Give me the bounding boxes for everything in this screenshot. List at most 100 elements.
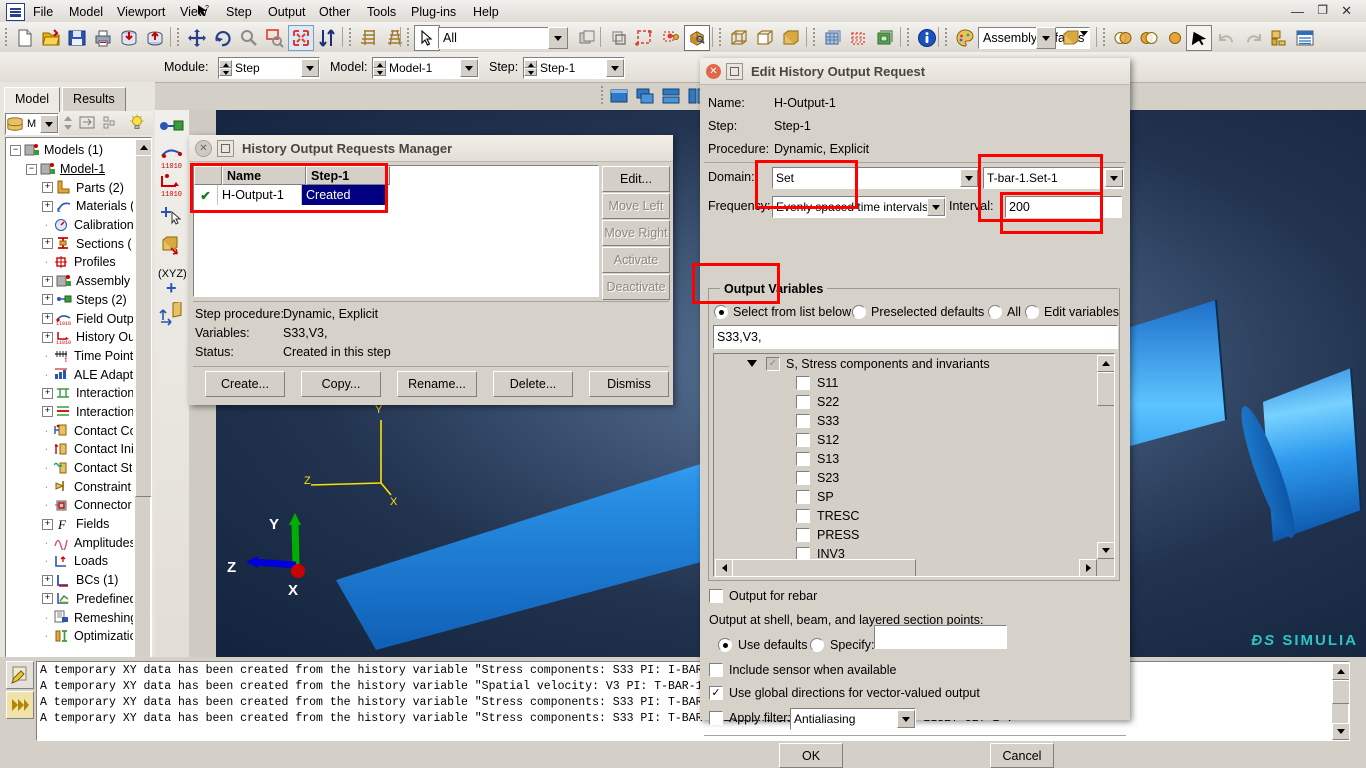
tree-item-sections[interactable]: + Sections ( (10, 234, 133, 253)
mesh-part-icon[interactable] (356, 25, 382, 51)
scrollbar-thumb[interactable] (732, 559, 916, 576)
create-set-icon[interactable] (159, 204, 185, 231)
viewport-single-icon[interactable] (606, 83, 632, 109)
create-button[interactable]: Create... (205, 371, 285, 397)
model-spinner[interactable] (373, 60, 386, 76)
display-group-replace-icon[interactable] (872, 25, 898, 51)
variable-checkbox[interactable] (796, 413, 810, 428)
step-spinner[interactable] (524, 60, 537, 76)
set-create-icon[interactable] (658, 25, 684, 51)
scroll-up-button[interactable] (1097, 355, 1114, 372)
menu-step[interactable]: Step (219, 3, 259, 20)
copy-button[interactable]: Copy... (301, 371, 381, 397)
color-palette-icon[interactable] (952, 25, 978, 51)
tree-item-loads[interactable]: · Loads (10, 552, 133, 571)
collapse-toggle[interactable]: − (26, 163, 37, 175)
info-icon[interactable] (914, 25, 940, 51)
tree-item-contact-ini[interactable]: · Contact Ini (10, 440, 133, 459)
arrow-question-icon[interactable]: ? (196, 4, 210, 21)
xyz-datum-icon[interactable]: + (166, 278, 177, 299)
cancel-button[interactable]: Cancel (990, 743, 1054, 768)
expand-toggle[interactable]: + (42, 313, 53, 325)
tree-item-contact-co[interactable]: · Contact Co (10, 421, 133, 440)
maximize-icon[interactable] (726, 62, 743, 80)
dialog-titlebar[interactable]: ✕ History Output Requests Manager (189, 135, 673, 162)
output-for-rebar-checkbox[interactable] (709, 589, 723, 603)
menu-viewport[interactable]: Viewport (110, 3, 172, 20)
variable-checkbox[interactable] (796, 508, 810, 523)
variable-checkbox[interactable] (796, 489, 810, 504)
chevron-down-icon[interactable] (301, 59, 319, 77)
scrollbar-thumb[interactable] (135, 155, 151, 497)
layer-icon[interactable] (1266, 25, 1292, 51)
tree-item-field-outp[interactable]: +11010 Field Outp (10, 309, 133, 328)
tree-item-model-1[interactable]: − Model-1 (10, 160, 133, 179)
interval-input[interactable]: 200 (1005, 196, 1122, 218)
render-wireframe-icon[interactable] (726, 25, 752, 51)
tree-item-models-1[interactable]: − Models (1) (10, 141, 133, 160)
chevron-down-icon[interactable] (1105, 169, 1123, 187)
toolbar-grip[interactable] (4, 27, 8, 47)
zoom-icon[interactable] (236, 25, 262, 51)
apply-filter-checkbox[interactable] (709, 711, 723, 725)
variable-tree-hscrollbar[interactable] (715, 559, 1097, 576)
history-requests-table[interactable]: Name Step-1 ✔ H-Output-1 Created (193, 165, 599, 297)
variable-item-sp[interactable]: SP (714, 487, 1114, 506)
include-sensor-row[interactable]: Include sensor when available (709, 663, 896, 677)
specify-input[interactable] (874, 625, 1007, 649)
tab-results[interactable]: Results (62, 87, 126, 112)
field-output-manager-icon[interactable]: 11010 (159, 144, 185, 173)
tree-item-steps-2[interactable]: + Steps (2) (10, 291, 133, 310)
tree-item-optimizatio[interactable]: · Optimizatio (10, 627, 133, 646)
tree-item-materials[interactable]: + ε Materials ( (10, 197, 133, 216)
variable-item-s13[interactable]: S13 (714, 449, 1114, 468)
variable-item-s12[interactable]: S12 (714, 430, 1114, 449)
chevron-down-icon[interactable] (927, 198, 945, 216)
variables-input[interactable]: S33,V3, (713, 325, 1118, 349)
move-left-button[interactable]: Move Left (602, 193, 670, 219)
tree-item-ale-adapt[interactable]: · ALE Adapt (10, 365, 133, 384)
render-style-dropdown[interactable] (1036, 27, 1056, 49)
dialog-titlebar[interactable]: ✕ Edit History Output Request (700, 58, 1130, 85)
tree-item-assembly[interactable]: + Assembly (10, 272, 133, 291)
window-restore-button[interactable]: ❐ (1317, 3, 1328, 17)
output-for-rebar-row[interactable]: Output for rebar (709, 589, 817, 603)
import-icon[interactable] (116, 25, 142, 51)
variable-checkbox[interactable] (796, 451, 810, 466)
scroll-left-button[interactable] (715, 559, 733, 576)
variable-item-s33[interactable]: S33 (714, 411, 1114, 430)
chevron-down-icon[interactable] (460, 59, 478, 77)
scroll-down-button[interactable] (1332, 723, 1349, 740)
open-file-icon[interactable] (38, 25, 64, 51)
variable-checkbox[interactable] (796, 470, 810, 485)
overlay-1-icon[interactable] (1110, 25, 1136, 51)
undo-icon[interactable] (1214, 25, 1240, 51)
dismiss-button[interactable]: Dismiss (589, 371, 669, 397)
expand-toggle[interactable]: + (42, 387, 53, 399)
scroll-up-button[interactable] (135, 139, 151, 156)
partition-icon[interactable] (606, 25, 632, 51)
window-minimize-button[interactable]: — (1291, 4, 1304, 19)
toolbar-grip[interactable] (718, 27, 722, 47)
variable-checkbox[interactable] (796, 432, 810, 447)
tree-item-contact-st[interactable]: · Contact St (10, 459, 133, 478)
toolbar-grip[interactable] (348, 27, 352, 47)
history-output-manager-icon[interactable]: 11010 (159, 172, 185, 201)
render-filled-icon[interactable] (778, 25, 804, 51)
output-variable-tree[interactable]: ✓ S, Stress components and invariants S1… (713, 353, 1115, 577)
filter-icon[interactable] (103, 115, 119, 133)
csys-icon[interactable] (159, 300, 185, 331)
overlay-2-icon[interactable] (1136, 25, 1162, 51)
tree-vertical-scrollbar[interactable] (135, 139, 151, 707)
viewport-tile-h-icon[interactable] (658, 83, 684, 109)
message-log[interactable]: A temporary XY data has been created fro… (36, 661, 1350, 741)
variable-checkbox[interactable] (796, 527, 810, 542)
radio-button[interactable] (718, 638, 732, 652)
ok-button[interactable]: OK (779, 743, 843, 768)
chevron-down-icon[interactable] (606, 59, 624, 77)
table-row[interactable]: ✔ H-Output-1 Created (194, 185, 598, 205)
rename-button[interactable]: Rename... (397, 371, 477, 397)
toolbar-grip[interactable] (1102, 27, 1106, 47)
menu-help[interactable]: Help (466, 3, 506, 20)
window-close-button[interactable]: ✕ (1341, 3, 1352, 19)
